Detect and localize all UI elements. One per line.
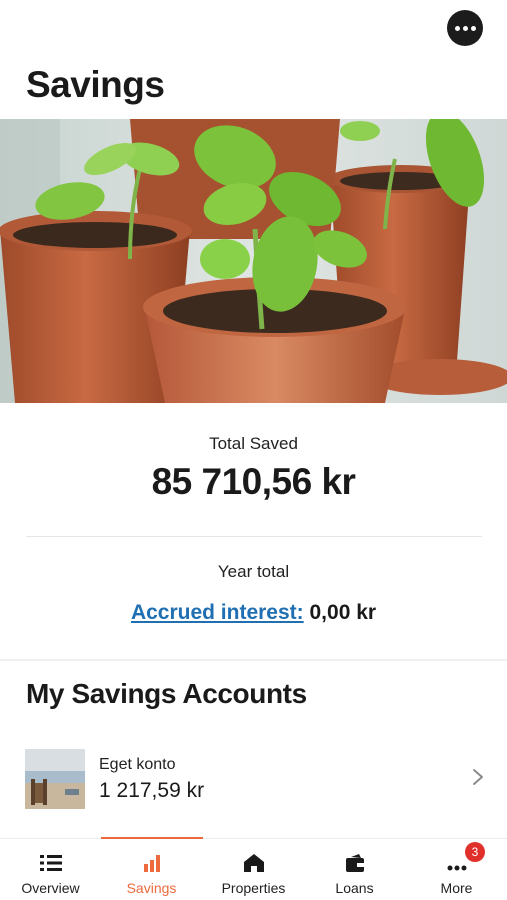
notification-badge: 3 bbox=[465, 842, 485, 862]
total-saved-value: 85 710,56 kr bbox=[151, 461, 356, 502]
nav-savings[interactable]: Savings bbox=[101, 839, 202, 900]
account-name: Eget konto bbox=[99, 756, 176, 773]
ellipsis-dot bbox=[462, 25, 468, 31]
nav-properties-label: Properties bbox=[221, 880, 286, 896]
accrued-interest-row: Accrued interest: 0,00 kr bbox=[0, 601, 507, 625]
wallet-icon bbox=[346, 854, 364, 872]
bar-chart-icon bbox=[144, 855, 160, 872]
page-title: Savings bbox=[26, 64, 165, 105]
section-title: My Savings Accounts bbox=[26, 678, 307, 709]
nav-savings-label: Savings bbox=[126, 880, 177, 896]
hero-image bbox=[0, 119, 507, 403]
nav-properties[interactable]: Properties bbox=[203, 839, 304, 900]
total-saved-label: Total Saved bbox=[209, 434, 298, 453]
section-divider bbox=[0, 659, 507, 661]
divider bbox=[26, 536, 482, 537]
more-options-button[interactable] bbox=[447, 10, 483, 46]
nav-more-label: More bbox=[440, 880, 473, 896]
accrued-interest-value: 0,00 kr bbox=[309, 601, 377, 624]
list-icon bbox=[40, 855, 62, 871]
year-total-label: Year total bbox=[217, 562, 290, 581]
nav-overview-label: Overview bbox=[21, 880, 80, 896]
house-icon bbox=[244, 854, 264, 872]
ellipsis-dot bbox=[470, 25, 476, 31]
ellipsis-icon bbox=[454, 25, 460, 31]
nav-more[interactable]: 3 More bbox=[406, 839, 507, 900]
savings-account-row[interactable]: Eget konto 1 217,59 kr bbox=[0, 742, 507, 814]
nav-loans[interactable]: Loans bbox=[304, 839, 405, 900]
chevron-right-icon bbox=[473, 769, 483, 785]
accrued-interest-link[interactable]: Accrued interest: bbox=[131, 601, 304, 624]
nav-loans-label: Loans bbox=[335, 880, 374, 896]
nav-overview[interactable]: Overview bbox=[0, 839, 101, 900]
account-thumbnail bbox=[25, 749, 85, 809]
account-balance: 1 217,59 kr bbox=[99, 779, 205, 802]
bottom-navigation: Overview Savings Properties Loans 3 More bbox=[0, 837, 507, 900]
